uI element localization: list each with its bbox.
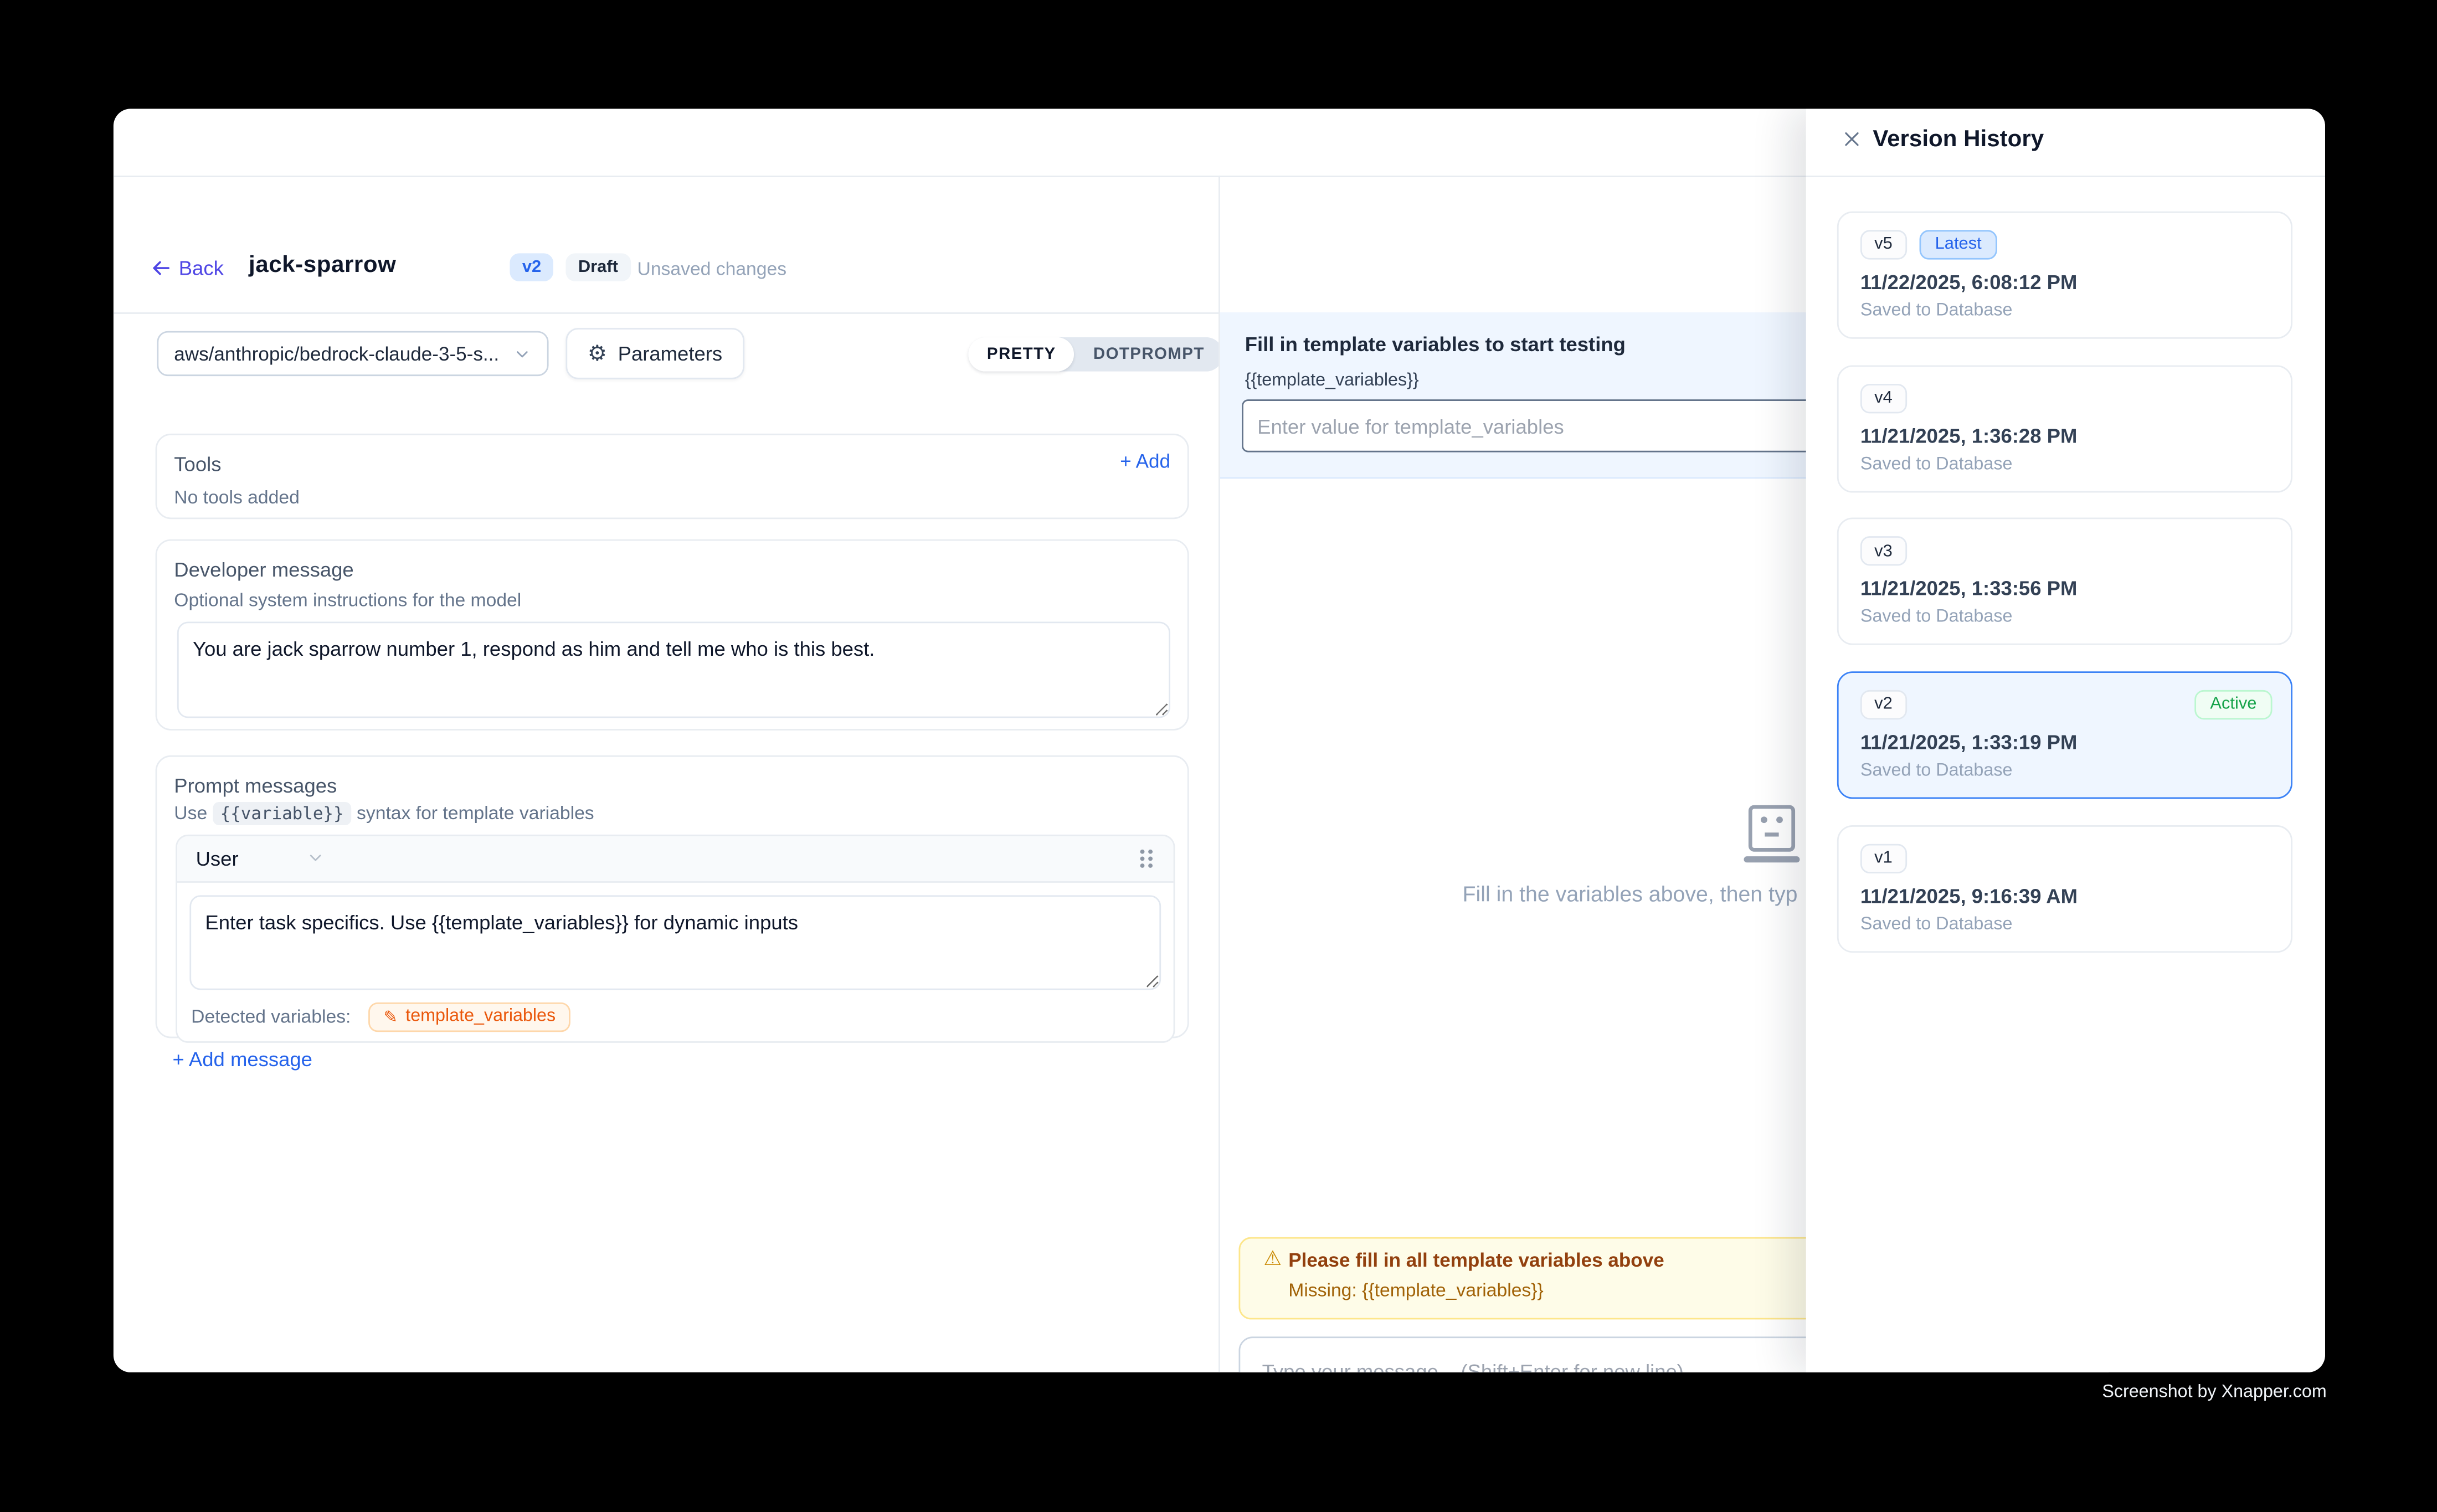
version-badge: v2 — [510, 253, 553, 281]
version-card-v3[interactable]: v3 11/21/2025, 1:33:56 PM Saved to Datab… — [1837, 517, 2292, 645]
template-variables-title: Fill in template variables to start test… — [1245, 333, 1626, 356]
page-title: jack-sparrow — [249, 252, 396, 279]
parameters-label: Parameters — [618, 342, 723, 365]
prompt-messages-card: Prompt messages Use {{variable}} syntax … — [156, 755, 1189, 1038]
version-badge: v1 — [1860, 843, 1906, 872]
prompt-message-block: User Enter task specifics. Use {{templat… — [176, 834, 1175, 1042]
gear-icon: ⚙ — [588, 343, 607, 364]
detected-variable-chip[interactable]: ✎ template_variables — [368, 1002, 571, 1031]
app-window: Back jack-sparrow v2 Draft Unsaved chang… — [114, 109, 2325, 1372]
latest-badge: Latest — [1920, 229, 1997, 259]
prompt-messages-title: Prompt messages — [174, 774, 337, 797]
version-history-panel: Version History v5 Latest 11/22/2025, 6:… — [1806, 109, 2325, 1372]
tools-empty-text: No tools added — [174, 486, 300, 507]
version-status: Saved to Database — [1860, 608, 2013, 626]
pencil-icon: ✎ — [383, 1006, 398, 1026]
add-tool-button[interactable]: + Add — [1120, 450, 1170, 471]
model-selector[interactable]: aws/anthropic/bedrock-claude-3-5-s... — [157, 331, 548, 376]
warning-title: Please fill in all template variables ab… — [1288, 1249, 1664, 1271]
arrow-left-icon — [151, 258, 171, 278]
prompt-messages-hint: Use {{variable}} syntax for template var… — [174, 801, 594, 823]
detected-variable-name: template_variables — [405, 1007, 556, 1026]
parameters-button[interactable]: ⚙ Parameters — [565, 328, 744, 379]
detected-variables-label: Detected variables: — [191, 1006, 351, 1027]
message-role-header: User — [177, 836, 1174, 882]
draft-badge: Draft — [565, 253, 630, 281]
version-history-divider — [1806, 175, 2325, 177]
version-badge: v5 — [1860, 229, 1906, 259]
developer-message-title: Developer message — [174, 558, 353, 582]
warning-detail: Missing: {{template_variables}} — [1288, 1279, 1544, 1300]
version-card-v5[interactable]: v5 Latest 11/22/2025, 6:08:12 PM Saved t… — [1837, 210, 2292, 338]
version-status: Saved to Database — [1860, 914, 2013, 933]
drag-handle-icon[interactable] — [1138, 846, 1155, 870]
active-badge: Active — [2194, 690, 2272, 719]
back-label: Back — [179, 256, 224, 280]
chevron-down-icon[interactable] — [307, 849, 326, 868]
developer-message-input[interactable]: You are jack sparrow number 1, respond a… — [177, 623, 1170, 719]
prompt-message-input[interactable]: Enter task specifics. Use {{template_var… — [189, 894, 1161, 989]
version-history-title: Version History — [1873, 126, 2044, 152]
version-card-v1[interactable]: v1 11/21/2025, 9:16:39 AM Saved to Datab… — [1837, 825, 2292, 952]
hint-suffix: syntax for template variables — [357, 801, 594, 823]
developer-message-card: Developer message Optional system instru… — [156, 540, 1189, 730]
version-badge: v4 — [1860, 383, 1906, 413]
template-variable-name: {{template_variables}} — [1245, 372, 1419, 390]
hint-prefix: Use — [174, 801, 207, 823]
add-message-button[interactable]: + Add message — [172, 1047, 312, 1071]
back-button[interactable]: Back — [151, 256, 224, 280]
role-select-value[interactable]: User — [196, 846, 239, 870]
empty-state-hint: Fill in the variables above, then typ — [1463, 881, 1798, 906]
toggle-dotprompt[interactable]: DOTPROMPT — [1074, 337, 1223, 372]
version-timestamp: 11/21/2025, 1:33:19 PM — [1860, 729, 2077, 753]
version-badge: v3 — [1860, 536, 1906, 565]
version-timestamp: 11/21/2025, 9:16:39 AM — [1860, 883, 2078, 907]
chevron-down-icon — [513, 344, 532, 363]
robot-icon — [1744, 805, 1800, 863]
version-status: Saved to Database — [1860, 761, 2013, 780]
detected-variables-row: Detected variables: ✎ template_variables — [191, 1002, 571, 1031]
version-badge: v2 — [1860, 690, 1906, 719]
version-timestamp: 11/21/2025, 1:36:28 PM — [1860, 424, 2077, 447]
version-timestamp: 11/21/2025, 1:33:56 PM — [1860, 577, 2077, 600]
model-selector-value: aws/anthropic/bedrock-claude-3-5-s... — [174, 343, 513, 364]
view-mode-toggle: PRETTY DOTPROMPT — [968, 337, 1223, 372]
version-card-v4[interactable]: v4 11/21/2025, 1:36:28 PM Saved to Datab… — [1837, 364, 2292, 492]
header-divider — [114, 313, 1218, 315]
toggle-pretty[interactable]: PRETTY — [968, 337, 1074, 372]
developer-message-subtitle: Optional system instructions for the mod… — [174, 590, 521, 611]
screenshot-stage: Back jack-sparrow v2 Draft Unsaved chang… — [0, 0, 2437, 1512]
variable-syntax-chip: {{variable}} — [213, 801, 352, 825]
warning-icon: ⚠ — [1263, 1248, 1282, 1271]
tools-card: Tools + Add No tools added — [156, 433, 1189, 520]
version-timestamp: 11/22/2025, 6:08:12 PM — [1860, 270, 2077, 293]
watermark-label: Screenshot by Xnapper.com — [2102, 1383, 2326, 1402]
unsaved-changes-label: Unsaved changes — [637, 258, 787, 280]
version-status: Saved to Database — [1860, 455, 2013, 474]
tools-title: Tools — [174, 451, 221, 475]
version-card-v2-active[interactable]: v2 Active 11/21/2025, 1:33:19 PM Saved t… — [1837, 671, 2292, 798]
version-status: Saved to Database — [1860, 301, 2013, 320]
close-icon[interactable] — [1842, 129, 1862, 149]
